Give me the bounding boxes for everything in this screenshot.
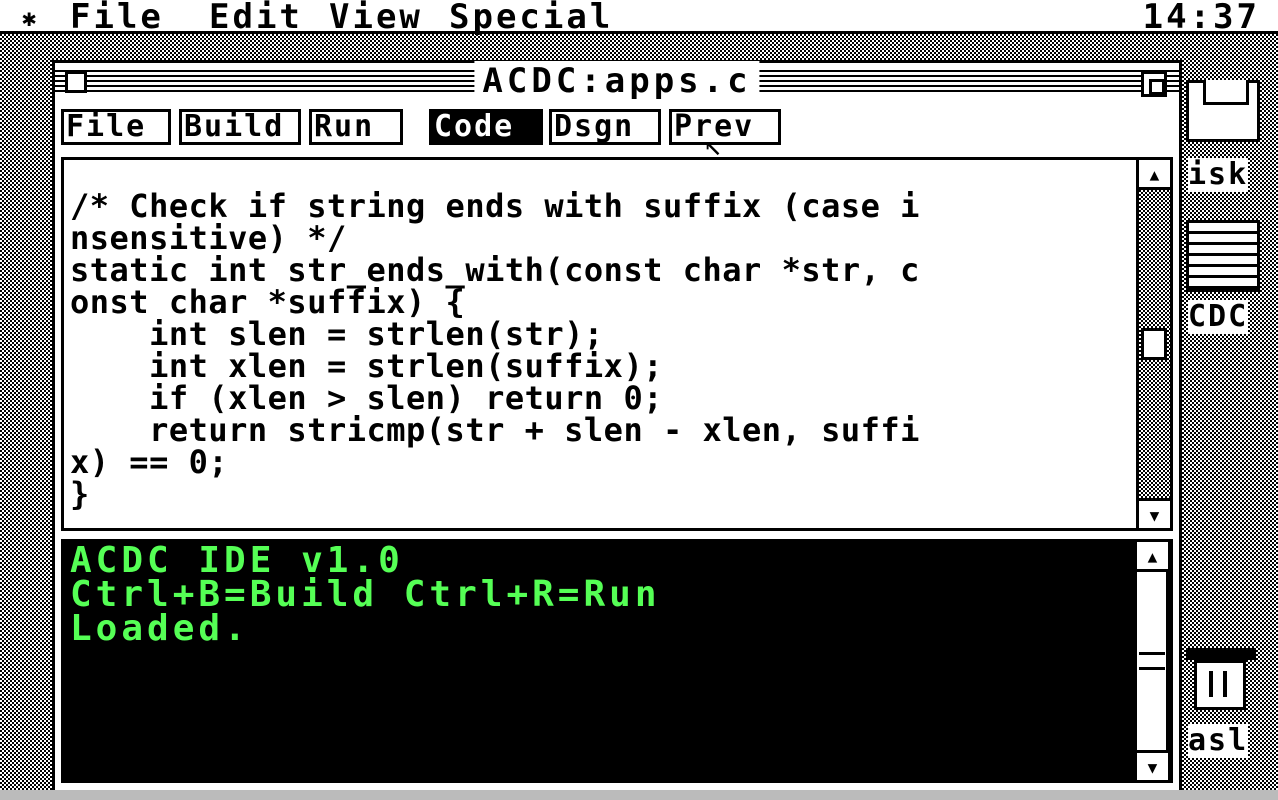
menu-edit[interactable]: Edit [209, 0, 303, 36]
toolbar-build-button[interactable]: Build [179, 109, 301, 145]
zoom-box-icon[interactable] [1141, 71, 1167, 97]
code-line[interactable]: int xlen = strlen(suffix); [70, 350, 1130, 382]
console-line: ACDC IDE v1.0 [70, 540, 404, 581]
toolbar-prev-button[interactable]: Prev [669, 109, 781, 145]
code-line[interactable]: int slen = strlen(str); [70, 318, 1130, 350]
console-line: Ctrl+B=Build Ctrl+R=Run [70, 574, 661, 615]
toolbar-run-button[interactable]: Run [309, 109, 403, 145]
menu-special[interactable]: Special [449, 0, 613, 36]
code-line[interactable]: static int str_ends_with(const char *str… [70, 254, 1130, 286]
trash-label[interactable]: asl [1188, 724, 1249, 758]
console-output: ACDC IDE v1.0 Ctrl+B=Build Ctrl+R=Run Load… [70, 540, 661, 649]
toolbar: File Build Run Code Dsgn Prev [61, 109, 1161, 149]
console-scrollbar[interactable]: ▲ ▼ [1134, 542, 1168, 780]
toolbar-file-button[interactable]: File [61, 109, 171, 145]
menu-bar: ✱ File Edit View Special 14:37 [0, 0, 1278, 37]
menu-clock: 14:37 [1142, 0, 1260, 37]
scroll-down-arrow-icon[interactable]: ▼ [1139, 498, 1170, 528]
code-line[interactable]: x) == 0; [70, 446, 1130, 478]
code-line[interactable]: return stricmp(str + slen - xlen, suffi [70, 414, 1130, 446]
console-scroll-thumb[interactable] [1139, 652, 1165, 670]
code-line[interactable]: nsensitive) */ [70, 222, 1130, 254]
trash-icon[interactable] [1194, 660, 1246, 710]
code-line[interactable]: /* Check if string ends with suffix (cas… [70, 190, 1130, 222]
menu-file[interactable]: File [70, 0, 164, 36]
title-bar[interactable]: ACDC:apps.c [55, 61, 1179, 101]
console-panel[interactable]: ACDC IDE v1.0 Ctrl+B=Build Ctrl+R=Run Load… [61, 539, 1173, 783]
scroll-up-arrow-icon[interactable]: ▲ [1139, 160, 1170, 190]
code-line[interactable]: onst char *suffix) { [70, 286, 1130, 318]
app-label[interactable]: CDC [1188, 300, 1249, 334]
code-editor[interactable]: /* Check if string ends with suffix (cas… [61, 157, 1173, 531]
bottom-strip [0, 790, 1278, 800]
window-title: ACDC:apps.c [474, 61, 760, 101]
apple-menu-icon[interactable]: ✱ [22, 4, 36, 32]
toolbar-dsgn-button[interactable]: Dsgn [549, 109, 661, 145]
editor-scrollbar[interactable]: ▲ ▼ [1136, 160, 1170, 528]
trash-lid [1186, 648, 1256, 660]
toolbar-code-button[interactable]: Code [429, 109, 543, 145]
app-icon[interactable] [1186, 220, 1260, 292]
editor-scroll-thumb[interactable] [1141, 328, 1167, 360]
mouse-pointer-icon: ↖ [704, 128, 723, 163]
disk-label[interactable]: isk [1188, 158, 1249, 192]
disk-icon[interactable] [1186, 80, 1260, 142]
console-line: Loaded. [70, 608, 250, 649]
console-scroll-down-arrow-icon[interactable]: ▼ [1137, 750, 1168, 780]
close-box-icon[interactable] [65, 71, 87, 93]
code-line[interactable]: } [70, 478, 1130, 510]
code-text[interactable]: /* Check if string ends with suffix (cas… [70, 190, 1130, 510]
menu-view[interactable]: View [329, 0, 423, 36]
editor-window: ACDC:apps.c File Build Run Code Dsgn Pre… [52, 60, 1182, 795]
code-line[interactable]: if (xlen > slen) return 0; [70, 382, 1130, 414]
console-scroll-up-arrow-icon[interactable]: ▲ [1137, 542, 1168, 572]
